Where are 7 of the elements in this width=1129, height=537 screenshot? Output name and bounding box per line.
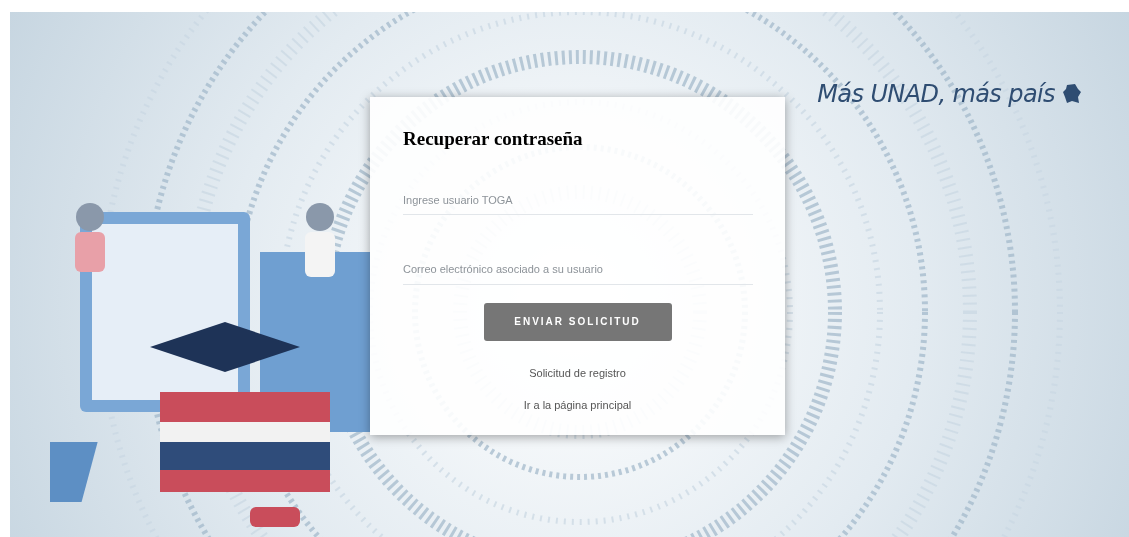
nav-link[interactable]: Solicitud de registro <box>529 364 626 381</box>
slogan-text: Más UNAD, más país <box>817 79 1055 110</box>
form-title: Recuperar contraseña <box>403 127 584 151</box>
input-field[interactable]: Ingrese usuario TOGA <box>403 191 753 215</box>
submit-button[interactable]: ENVIAR SOLICITUD <box>483 302 672 341</box>
input-field[interactable]: Correo electrónico asociado a su usuario <box>403 261 753 285</box>
nav-link[interactable]: Ir a la página principal <box>523 397 632 414</box>
